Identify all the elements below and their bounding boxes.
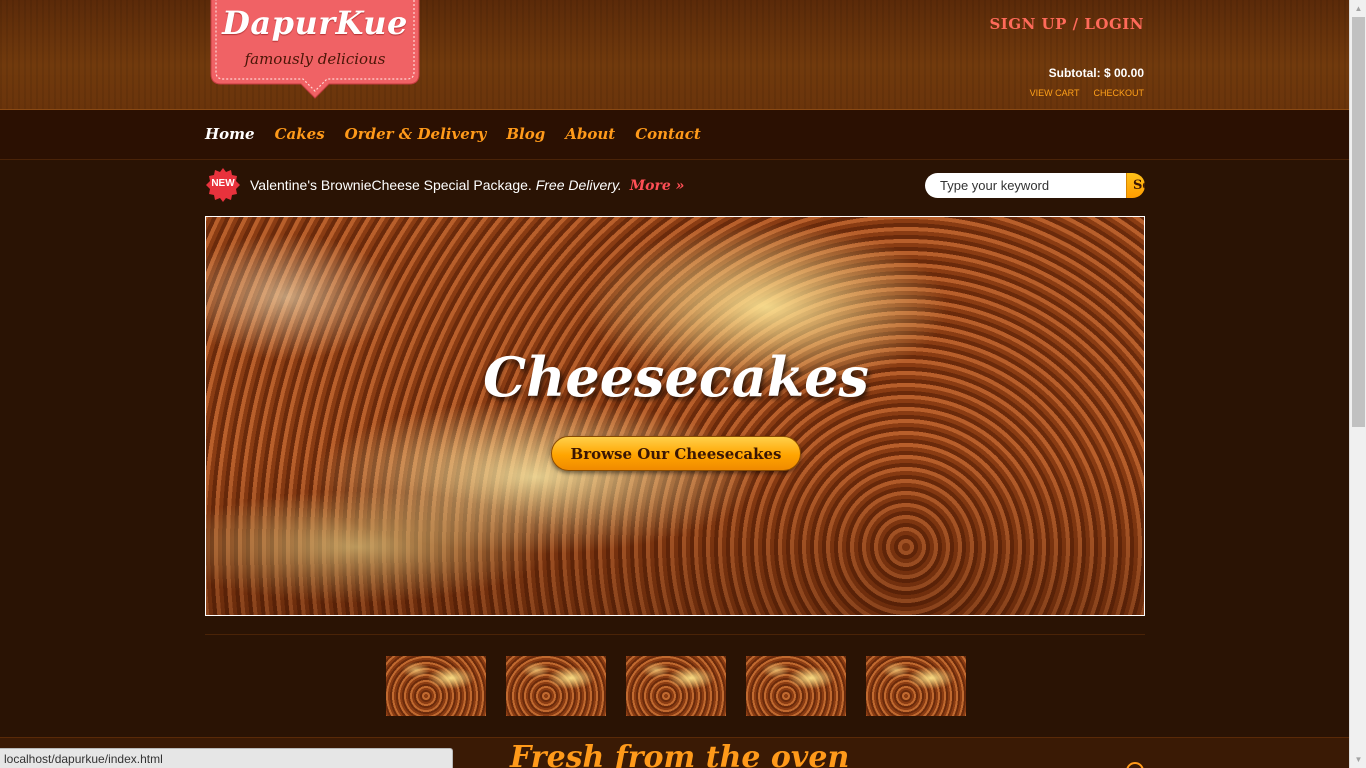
slider-thumbnail[interactable] bbox=[626, 656, 726, 716]
hero-image bbox=[206, 217, 1144, 615]
promo-bar: NEW Valentine's BrownieCheese Special Pa… bbox=[205, 167, 1145, 203]
page: DapurKue famously delicious SIGN UP / LO… bbox=[0, 0, 1349, 768]
search-button[interactable]: Search bbox=[1126, 173, 1145, 198]
hero-title: Cheesecakes bbox=[483, 345, 869, 409]
cart-links: VIEW CART CHECKOUT bbox=[1016, 88, 1144, 98]
section-divider bbox=[205, 634, 1145, 635]
slider-thumbnail[interactable] bbox=[746, 656, 846, 716]
page-scrollbar[interactable]: ▲ ▼ bbox=[1349, 0, 1366, 768]
fresh-section-title: Fresh from the oven bbox=[510, 740, 850, 768]
search-box: Search bbox=[925, 173, 1145, 198]
login-link[interactable]: LOGIN bbox=[1084, 15, 1144, 33]
promo-text: Valentine's BrownieCheese Special Packag… bbox=[250, 177, 684, 194]
nav-item-contact[interactable]: Contact bbox=[635, 125, 701, 143]
scroll-up-icon[interactable]: ▲ bbox=[1350, 0, 1366, 17]
promo-free-delivery: Free Delivery. bbox=[535, 177, 622, 193]
signup-link[interactable]: SIGN UP bbox=[989, 15, 1066, 33]
browser-status-bar: localhost/dapurkue/index.html bbox=[0, 748, 453, 768]
logo-title: DapurKue bbox=[222, 4, 408, 42]
nav-item-home[interactable]: Home bbox=[205, 125, 255, 143]
slider-thumbnails bbox=[386, 656, 966, 716]
view-cart-link[interactable]: VIEW CART bbox=[1030, 88, 1080, 98]
nav-item-blog[interactable]: Blog bbox=[506, 125, 545, 143]
auth-links: SIGN UP / LOGIN bbox=[989, 15, 1144, 33]
slider-thumbnail[interactable] bbox=[866, 656, 966, 716]
header: DapurKue famously delicious SIGN UP / LO… bbox=[0, 0, 1349, 110]
scrollbar-thumb[interactable] bbox=[1352, 17, 1365, 427]
slider-thumbnail[interactable] bbox=[386, 656, 486, 716]
new-badge: NEW bbox=[205, 167, 241, 203]
nav-item-order-delivery[interactable]: Order & Delivery bbox=[345, 125, 487, 143]
cart-subtotal: Subtotal: $ 00.00 bbox=[1048, 66, 1144, 80]
hero-banner: Cheesecakes Browse Our Cheesecakes bbox=[205, 216, 1145, 616]
promo-more-link[interactable]: More » bbox=[630, 178, 685, 194]
logo-tagline: famously delicious bbox=[244, 50, 386, 68]
checkout-link[interactable]: CHECKOUT bbox=[1093, 88, 1144, 98]
promo-message: Valentine's BrownieCheese Special Packag… bbox=[250, 177, 536, 193]
browse-cheesecakes-button[interactable]: Browse Our Cheesecakes bbox=[551, 436, 801, 471]
scroll-down-icon[interactable]: ▼ bbox=[1350, 751, 1366, 768]
auth-separator: / bbox=[1066, 15, 1085, 33]
nav-item-about[interactable]: About bbox=[565, 125, 615, 143]
search-input[interactable] bbox=[925, 173, 1126, 198]
main-nav: Home Cakes Order & Delivery Blog About C… bbox=[0, 110, 1349, 160]
logo[interactable]: DapurKue famously delicious bbox=[205, 0, 425, 100]
new-badge-label: NEW bbox=[211, 178, 235, 189]
slider-thumbnail[interactable] bbox=[506, 656, 606, 716]
nav-item-cakes[interactable]: Cakes bbox=[275, 125, 325, 143]
